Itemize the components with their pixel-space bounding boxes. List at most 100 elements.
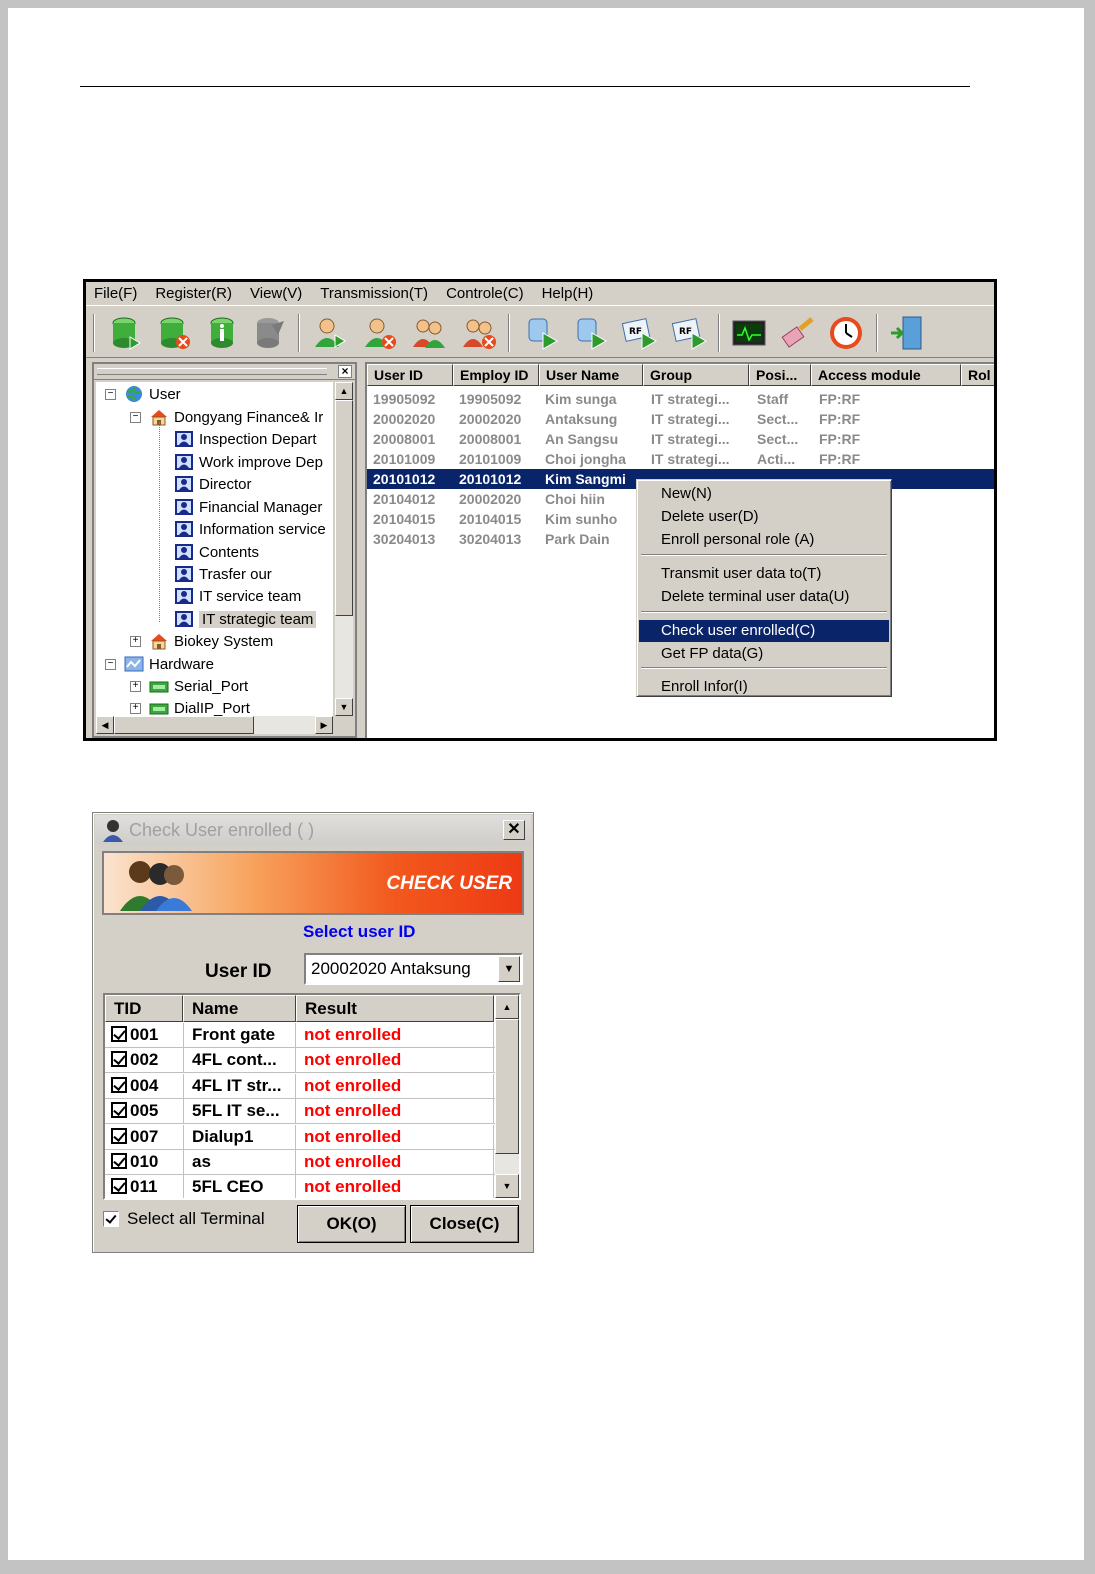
clock-icon[interactable] xyxy=(828,315,864,351)
db-add-icon[interactable] xyxy=(108,315,144,351)
db-delete-icon[interactable] xyxy=(156,315,192,351)
table-row[interactable]: 20002020 20002020 Antaksung IT strategi... S… xyxy=(367,409,994,429)
menu-item-new[interactable]: New(N) xyxy=(639,483,889,505)
db-disabled-icon[interactable] xyxy=(252,315,288,351)
tree-node[interactable]: Work improve Dep xyxy=(174,451,323,473)
tree-node[interactable]: DialIP_Port xyxy=(149,697,250,716)
table-row[interactable]: 007 Dialup1 not enrolled xyxy=(105,1124,495,1150)
menu-register[interactable]: Register(R) xyxy=(155,285,232,302)
user-id-select[interactable]: 20002020 Antaksung ▼ xyxy=(304,953,523,985)
scroll-down-icon[interactable]: ▼ xyxy=(495,1174,519,1198)
collapse-icon[interactable]: − xyxy=(105,659,116,670)
rf-receive-icon[interactable]: RF xyxy=(672,315,708,351)
scroll-down-icon[interactable]: ▼ xyxy=(335,698,353,716)
user-add-icon[interactable] xyxy=(311,315,347,351)
rf-send-icon[interactable]: RF xyxy=(622,315,658,351)
tid-cell[interactable]: 010 xyxy=(111,1150,183,1175)
fp-send-icon[interactable] xyxy=(523,315,559,351)
tree-node[interactable]: IT service team xyxy=(174,585,301,607)
close-icon[interactable]: ✕ xyxy=(503,820,525,840)
tid-cell[interactable]: 004 xyxy=(111,1074,183,1099)
column-header[interactable]: User ID xyxy=(367,364,453,386)
checkbox-icon[interactable] xyxy=(103,1211,119,1227)
tid-cell[interactable]: 011 xyxy=(111,1175,183,1198)
scroll-left-icon[interactable]: ◀ xyxy=(96,716,114,734)
exit-icon[interactable] xyxy=(889,315,925,351)
select-all-checkbox[interactable]: Select all Terminal xyxy=(103,1209,265,1229)
group-delete-icon[interactable] xyxy=(461,315,497,351)
table-row[interactable]: 001 Front gate not enrolled xyxy=(105,1023,495,1048)
clear-icon[interactable] xyxy=(780,315,816,351)
close-button[interactable]: Close(C) xyxy=(410,1205,519,1243)
checkbox-icon[interactable] xyxy=(111,1153,127,1169)
tid-cell[interactable]: 002 xyxy=(111,1048,183,1073)
tree-node[interactable]: Hardware xyxy=(124,653,214,675)
tree-vertical-scrollbar[interactable]: ▲ ▼ xyxy=(335,382,353,716)
menu-item-check-enrolled[interactable]: Check user enrolled(C) xyxy=(639,620,889,642)
checkbox-icon[interactable] xyxy=(111,1102,127,1119)
column-header[interactable]: Access module xyxy=(811,364,961,386)
table-row[interactable]: 20008001 20008001 An Sangsu IT strategi... S… xyxy=(367,429,994,449)
column-name[interactable]: Name xyxy=(183,995,296,1022)
group-add-icon[interactable] xyxy=(411,315,447,351)
user-delete-icon[interactable] xyxy=(361,315,397,351)
table-row[interactable]: 002 4FL cont... not enrolled xyxy=(105,1048,495,1074)
collapse-icon[interactable]: − xyxy=(130,412,141,423)
scroll-thumb[interactable] xyxy=(114,716,254,734)
tree-node[interactable]: Trasfer our xyxy=(174,563,272,585)
tid-cell[interactable]: 005 xyxy=(111,1099,183,1124)
tree-node[interactable]: User xyxy=(124,383,181,405)
table-row[interactable]: 010 as not enrolled xyxy=(105,1150,495,1175)
tree-node[interactable]: Director xyxy=(174,473,252,495)
tree-node[interactable]: IT strategic team xyxy=(174,608,317,630)
checkbox-icon[interactable] xyxy=(111,1026,127,1042)
expand-icon[interactable]: + xyxy=(130,636,141,647)
scroll-thumb[interactable] xyxy=(335,400,353,616)
menu-item-transmit[interactable]: Transmit user data to(T) xyxy=(639,563,889,585)
scroll-up-icon[interactable]: ▲ xyxy=(495,995,519,1019)
column-header[interactable]: User Name xyxy=(539,364,643,386)
tree-node[interactable]: Contents xyxy=(174,541,259,563)
scroll-thumb[interactable] xyxy=(495,1019,519,1154)
tree-node[interactable]: Inspection Depart xyxy=(174,428,317,450)
tree-node[interactable]: Biokey System xyxy=(149,630,273,652)
checkbox-icon[interactable] xyxy=(111,1051,127,1068)
tree-node[interactable]: Financial Manager xyxy=(174,496,322,518)
table-row[interactable]: 20101009 20101009 Choi jongha IT strategi..… xyxy=(367,449,994,469)
menu-item-delete-user[interactable]: Delete user(D) xyxy=(639,506,889,528)
menu-item-enroll-infor[interactable]: Enroll Infor(I) xyxy=(639,676,889,698)
tid-cell[interactable]: 007 xyxy=(111,1125,183,1150)
column-header[interactable]: Group xyxy=(643,364,749,386)
close-icon[interactable]: × xyxy=(338,365,352,378)
scroll-up-icon[interactable]: ▲ xyxy=(335,382,353,400)
column-tid[interactable]: TID xyxy=(105,995,183,1022)
scroll-right-icon[interactable]: ▶ xyxy=(315,716,333,734)
column-header[interactable]: Posi... xyxy=(749,364,811,386)
menu-item-get-fp[interactable]: Get FP data(G) xyxy=(639,643,889,665)
checkbox-icon[interactable] xyxy=(111,1127,127,1144)
fp-receive-icon[interactable] xyxy=(572,315,608,351)
tid-cell[interactable]: 001 xyxy=(111,1023,183,1048)
expand-icon[interactable]: + xyxy=(130,681,141,692)
menu-file[interactable]: File(F) xyxy=(94,285,137,302)
menu-transmission[interactable]: Transmission(T) xyxy=(320,285,428,302)
table-row[interactable]: 005 5FL IT se... not enrolled xyxy=(105,1099,495,1125)
collapse-icon[interactable]: − xyxy=(105,389,116,400)
ok-button[interactable]: OK(O) xyxy=(297,1205,406,1243)
chevron-down-icon[interactable]: ▼ xyxy=(498,956,520,982)
monitor-icon[interactable] xyxy=(731,315,767,351)
checkbox-icon[interactable] xyxy=(111,1178,127,1195)
tree-node[interactable]: Information service xyxy=(174,518,326,540)
tree-node[interactable]: Dongyang Finance& Ir xyxy=(149,406,323,428)
expand-icon[interactable]: + xyxy=(130,703,141,714)
tree-horizontal-scrollbar[interactable]: ◀ ▶ xyxy=(96,716,333,734)
checkbox-icon[interactable] xyxy=(111,1076,127,1093)
menu-item-delete-terminal-data[interactable]: Delete terminal user data(U) xyxy=(639,586,889,608)
column-result[interactable]: Result xyxy=(296,995,494,1022)
tree-node[interactable]: Serial_Port xyxy=(149,675,248,697)
table-row[interactable]: 004 4FL IT str... not enrolled xyxy=(105,1073,495,1099)
table-row[interactable]: 19905092 19905092 Kim sunga IT strategi... S… xyxy=(367,389,994,409)
db-info-icon[interactable] xyxy=(204,315,240,351)
menu-help[interactable]: Help(H) xyxy=(542,285,594,302)
grid-scrollbar[interactable]: ▲ ▼ xyxy=(495,995,519,1198)
